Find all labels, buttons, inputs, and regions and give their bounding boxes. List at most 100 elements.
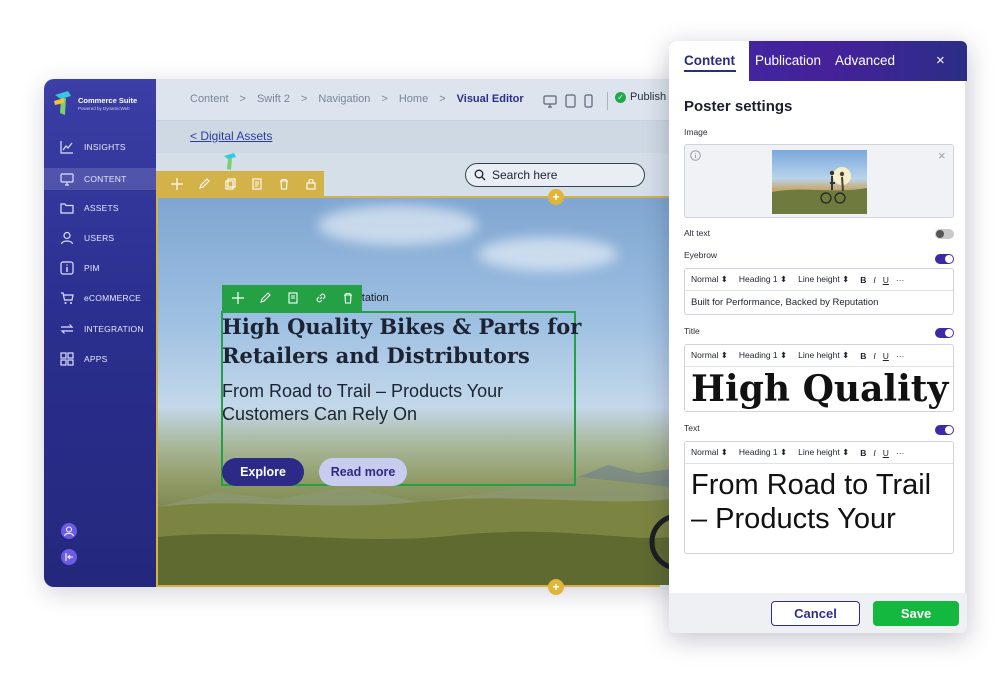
lock-icon[interactable] <box>297 178 324 190</box>
save-button[interactable]: Save <box>873 601 959 626</box>
site-search-input[interactable]: Search here <box>465 163 645 187</box>
delete-icon[interactable] <box>334 292 362 304</box>
sidebar-item-ecommerce[interactable]: eCOMMERCE <box>44 287 156 309</box>
image-label: Image <box>684 127 708 137</box>
eyebrow-toggle[interactable] <box>935 254 954 264</box>
breadcrumb-item-swift[interactable]: Swift 2 <box>257 93 290 105</box>
breadcrumb-item-home[interactable]: Home <box>399 93 428 105</box>
heading-select[interactable]: Heading 1 ⬍ <box>739 447 787 458</box>
panel-heading: Poster settings <box>684 98 793 115</box>
copy-icon[interactable] <box>244 178 271 190</box>
add-section-below-button[interactable]: + <box>548 579 564 595</box>
title-toggle[interactable] <box>935 328 954 338</box>
search-icon <box>474 169 486 181</box>
sidebar-item-integration[interactable]: INTEGRATION <box>44 318 156 340</box>
underline-button[interactable]: U <box>883 351 889 361</box>
hero-subtitle[interactable]: From Road to Trail – Products Your Custo… <box>222 380 572 426</box>
bold-button[interactable]: B <box>860 351 866 361</box>
breadcrumb-item-navigation[interactable]: Navigation <box>318 93 370 105</box>
sidebar-item-users[interactable]: USERS <box>44 227 156 249</box>
profile-button[interactable] <box>61 523 77 539</box>
mobile-preview-icon[interactable] <box>584 94 593 108</box>
explore-button[interactable]: Explore <box>222 458 304 486</box>
collapse-sidebar-button[interactable] <box>61 549 77 565</box>
brand[interactable]: Commerce Suite Powered by DynamicWeb <box>52 89 152 119</box>
meadow-shape <box>158 498 669 585</box>
style-select[interactable]: Normal ⬍ <box>691 447 728 458</box>
heading-select[interactable]: Heading 1 ⬍ <box>739 274 787 285</box>
close-icon[interactable]: × <box>936 52 945 69</box>
tab-content[interactable]: Content <box>669 41 749 81</box>
section-toolbar <box>156 171 324 197</box>
style-select[interactable]: Normal ⬍ <box>691 274 728 285</box>
duplicate-icon[interactable] <box>217 178 244 190</box>
editor-toolbar: Normal ⬍ Heading 1 ⬍ Line height ⬍ B I U… <box>685 345 953 367</box>
line-height-select[interactable]: Line height ⬍ <box>798 274 849 285</box>
underline-button[interactable]: U <box>883 448 889 458</box>
site-logo-icon <box>224 153 236 170</box>
style-select[interactable]: Normal ⬍ <box>691 350 728 361</box>
text-editor[interactable]: Normal ⬍ Heading 1 ⬍ Line height ⬍ B I U… <box>684 441 954 554</box>
sidebar-item-insights[interactable]: INSIGHTS <box>44 136 156 158</box>
hero-title[interactable]: High Quality Bikes & Parts for Retailers… <box>222 312 582 370</box>
image-picker[interactable]: × <box>684 144 954 218</box>
title-editor[interactable]: Normal ⬍ Heading 1 ⬍ Line height ⬍ B I U… <box>684 344 954 412</box>
tablet-preview-icon[interactable] <box>565 94 576 108</box>
read-more-button[interactable]: Read more <box>319 458 407 486</box>
line-height-select[interactable]: Line height ⬍ <box>798 350 849 361</box>
edit-icon[interactable] <box>191 178 218 190</box>
copy-icon[interactable] <box>279 292 307 304</box>
title-value[interactable]: High Quality <box>685 367 953 411</box>
heading-select[interactable]: Heading 1 ⬍ <box>739 350 787 361</box>
check-icon: ✓ <box>615 91 626 103</box>
bold-button[interactable]: B <box>860 275 866 285</box>
delete-icon[interactable] <box>271 178 298 190</box>
tab-advanced[interactable]: Advanced <box>835 53 895 68</box>
sidebar-item-label: APPS <box>84 354 108 364</box>
italic-button[interactable]: I <box>873 448 875 458</box>
more-options-icon[interactable]: ··· <box>896 351 905 361</box>
info-icon[interactable] <box>690 150 701 161</box>
digital-assets-link[interactable]: < Digital Assets <box>190 129 272 143</box>
underline-button[interactable]: U <box>883 275 889 285</box>
search-placeholder: Search here <box>492 168 558 182</box>
cloud <box>318 205 478 245</box>
italic-button[interactable]: I <box>873 351 875 361</box>
breadcrumb-item-content[interactable]: Content <box>190 93 229 105</box>
desktop-preview-icon[interactable] <box>543 94 557 108</box>
cancel-button[interactable]: Cancel <box>771 601 860 626</box>
topbar: Content > Swift 2 > Navigation > Home > … <box>156 79 704 121</box>
eyebrow-editor[interactable]: Normal ⬍ Heading 1 ⬍ Line height ⬍ B I U… <box>684 268 954 315</box>
move-icon[interactable] <box>164 178 191 190</box>
add-section-above-button[interactable]: + <box>548 189 564 205</box>
sidebar-item-assets[interactable]: ASSETS <box>44 197 156 219</box>
move-icon[interactable] <box>224 292 252 304</box>
eyebrow-label: Eyebrow <box>684 250 718 260</box>
link-icon[interactable] <box>307 292 335 304</box>
edit-icon[interactable] <box>252 292 280 304</box>
publish-status[interactable]: ✓ Publish <box>615 91 666 103</box>
bike-wheel-shape <box>649 514 669 570</box>
sidebar-item-label: eCOMMERCE <box>84 293 142 303</box>
remove-image-icon[interactable]: × <box>938 148 946 163</box>
sidebar-item-pim[interactable]: PIM <box>44 257 156 279</box>
more-options-icon[interactable]: ··· <box>896 275 905 285</box>
italic-button[interactable]: I <box>873 275 875 285</box>
brand-tagline: Powered by DynamicWeb <box>78 106 130 111</box>
sidebar-item-apps[interactable]: APPS <box>44 348 156 370</box>
eyebrow-value[interactable]: Built for Performance, Backed by Reputat… <box>685 291 953 314</box>
folder-icon <box>60 203 74 214</box>
bold-button[interactable]: B <box>860 448 866 458</box>
section-bottom-line <box>156 585 660 587</box>
text-toggle[interactable] <box>935 425 954 435</box>
user-icon <box>60 231 74 245</box>
text-value[interactable]: From Road to Trail – Products Your <box>685 464 953 540</box>
tab-publication[interactable]: Publication <box>755 53 821 68</box>
more-options-icon[interactable]: ··· <box>896 448 905 458</box>
panel-scrollbar[interactable] <box>965 81 967 593</box>
sidebar-item-content[interactable]: CONTENT <box>44 168 156 190</box>
alt-text-label: Alt text <box>684 228 710 238</box>
line-height-select[interactable]: Line height ⬍ <box>798 447 849 458</box>
breadcrumb-separator: > <box>381 93 388 105</box>
alt-text-toggle[interactable] <box>935 229 954 239</box>
